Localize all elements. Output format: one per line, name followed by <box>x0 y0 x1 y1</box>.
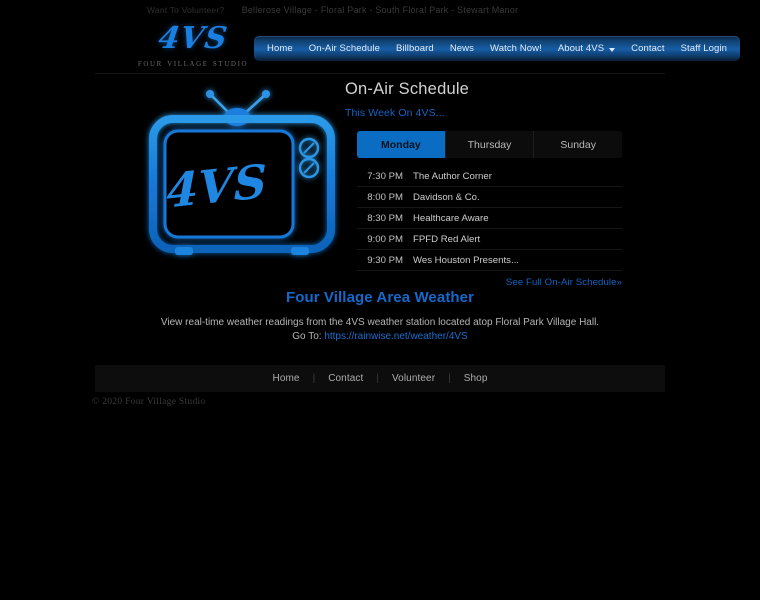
nav-item-label: Home <box>267 43 293 54</box>
nav-item-news[interactable]: News <box>442 37 482 60</box>
schedule-row-time: 9:00 PM <box>367 233 403 245</box>
nav-item-staff-login[interactable]: Staff Login <box>673 37 735 60</box>
main-navigation: Home On-Air Schedule Billboard News Watch No… <box>254 36 740 61</box>
weather-url-link[interactable]: https://rainwise.net/weather/4VS <box>324 331 467 342</box>
on-air-schedule-panel: On-Air Schedule This Week On 4VS... Mond… <box>345 80 630 288</box>
tab-label: Monday <box>381 138 421 151</box>
weather-goto-label: Go To: <box>292 331 322 342</box>
tv-screen-wordmark: 4VS <box>166 154 266 219</box>
site-logo[interactable]: 4VS Four Village Studio <box>118 21 268 71</box>
site-header: 4VS Four Village Studio Home On-Air Sched… <box>0 21 760 74</box>
tab-monday[interactable]: Monday <box>357 131 446 158</box>
chevron-down-icon <box>609 47 616 52</box>
schedule-row-time: 8:30 PM <box>367 212 403 224</box>
tab-label: Sunday <box>560 138 596 151</box>
schedule-row-time: 8:00 PM <box>367 191 403 203</box>
retro-tv-icon: 4VS <box>143 83 343 268</box>
logo-subtitle: Four Village Studio <box>137 58 249 69</box>
nav-item-billboard[interactable]: Billboard <box>388 37 442 60</box>
header-divider <box>95 73 665 74</box>
schedule-row[interactable]: 8:30 PM Healthcare Aware <box>357 208 622 229</box>
weather-goto-line: Go To: https://rainwise.net/weather/4VS <box>0 330 760 344</box>
nav-item-label: Watch Now! <box>489 43 542 54</box>
schedule-row-time: 7:30 PM <box>367 170 403 182</box>
tab-sunday[interactable]: Sunday <box>534 131 622 158</box>
footer-link-contact[interactable]: Contact <box>315 373 376 384</box>
schedule-row[interactable]: 9:00 PM FPFD Red Alert <box>357 229 622 250</box>
tab-thursday[interactable]: Thursday <box>446 131 535 158</box>
schedule-row-title: Healthcare Aware <box>413 212 489 224</box>
nav-item-label: On-Air Schedule <box>308 43 380 54</box>
weather-section: Four Village Area Weather View real-time… <box>0 289 760 344</box>
copyright-text: © 2020 Four Village Studio <box>92 397 206 407</box>
schedule-row-title: The Author Corner <box>413 170 492 182</box>
nav-item-on-air-schedule[interactable]: On-Air Schedule <box>301 37 388 60</box>
weather-description: View real-time weather readings from the… <box>160 317 600 328</box>
footer-link-shop[interactable]: Shop <box>451 373 501 384</box>
nav-item-contact[interactable]: Contact <box>623 37 672 60</box>
schedule-title: On-Air Schedule <box>345 80 470 98</box>
schedule-row-title: Wes Houston Presents... <box>413 254 519 266</box>
schedule-row[interactable]: 8:00 PM Davidson & Co. <box>357 187 622 208</box>
top-utility-bar: Want To Volunteer? Bellerose Village - F… <box>0 0 760 22</box>
logo-wordmark: 4VS <box>156 21 230 56</box>
nav-item-label: Contact <box>631 43 665 54</box>
nav-item-watch-now[interactable]: Watch Now! <box>482 37 550 60</box>
tab-label: Thursday <box>467 138 512 151</box>
schedule-subtitle-link[interactable]: This Week On 4VS... <box>345 107 630 119</box>
schedule-day-tabs: Monday Thursday Sunday <box>357 131 622 158</box>
nav-item-label: Staff Login <box>680 43 727 54</box>
weather-title: Four Village Area Weather <box>285 289 475 306</box>
schedule-listing: 7:30 PM The Author Corner 8:00 PM Davidson … <box>357 166 622 271</box>
nav-item-about-4vs[interactable]: About 4VS <box>550 37 623 60</box>
footer-link-volunteer[interactable]: Volunteer <box>379 373 448 384</box>
nav-item-home[interactable]: Home <box>259 37 301 60</box>
schedule-row-title: Davidson & Co. <box>413 191 480 203</box>
see-full-schedule-link[interactable]: See Full On-Air Schedule» <box>357 277 622 288</box>
nav-item-label: About 4VS <box>557 43 605 54</box>
villages-tagline: Bellerose Village - Floral Park - South … <box>241 5 519 15</box>
schedule-row[interactable]: 7:30 PM The Author Corner <box>357 166 622 187</box>
nav-item-label: Billboard <box>395 43 434 54</box>
schedule-row-title: FPFD Red Alert <box>413 233 481 245</box>
schedule-row-time: 9:30 PM <box>367 254 403 266</box>
page-root: Want To Volunteer? Bellerose Village - F… <box>0 0 760 600</box>
footer-link-home[interactable]: Home <box>260 373 313 384</box>
schedule-row[interactable]: 9:30 PM Wes Houston Presents... <box>357 250 622 271</box>
footer-nav: Home | Contact | Volunteer | Shop <box>95 365 665 392</box>
nav-item-label: News <box>449 43 474 54</box>
